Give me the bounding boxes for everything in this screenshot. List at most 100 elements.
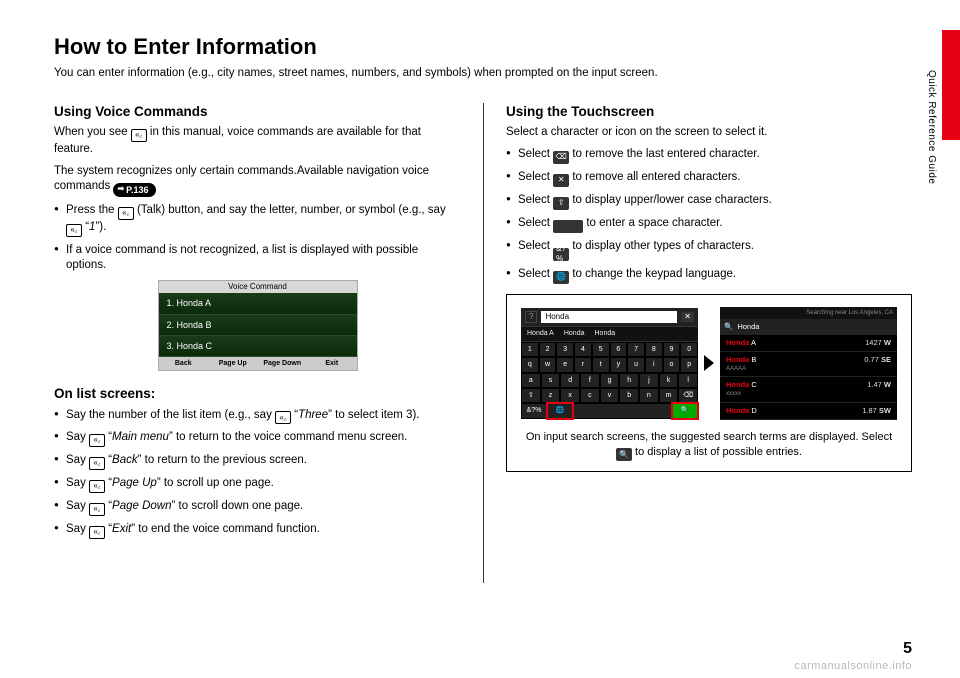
key: k <box>659 373 679 388</box>
page-intro: You can enter information (e.g., city na… <box>54 66 912 82</box>
key: v <box>600 388 620 403</box>
list-bullet: Say «꜀ “Back” to return to the previous … <box>54 453 461 470</box>
clear-icon: ✕ <box>553 174 569 187</box>
list-bullet: Say «꜀ “Exit” to end the voice command f… <box>54 522 461 539</box>
kbd-suggestions: Honda A Honda Honda <box>521 326 698 341</box>
key: 9 <box>663 342 681 357</box>
key: 3 <box>556 342 574 357</box>
figure-caption: On input search screens, the suggested s… <box>521 430 897 461</box>
arrow-icon <box>704 355 714 371</box>
key: 5 <box>592 342 610 357</box>
key: r <box>574 357 592 372</box>
vc-row: 1. Honda A <box>159 293 357 314</box>
touch-bullet: Select ⌫ to remove the last entered char… <box>506 147 912 164</box>
key: f <box>580 373 600 388</box>
talk-icon: «꜀ <box>89 457 105 470</box>
key: a <box>521 373 541 388</box>
globe-icon: 🌐 <box>553 271 569 284</box>
touch-bullet: Select ⇧ to display upper/lower case cha… <box>506 193 912 210</box>
list-bullet: Say the number of the list item (e.g., s… <box>54 408 461 425</box>
key: i <box>645 357 663 372</box>
talk-icon: «꜀ <box>275 411 291 424</box>
key: j <box>639 373 659 388</box>
keyboard-screenshot: ? Honda ✕ Honda A Honda Honda 1234567890… <box>521 308 698 419</box>
touch-para: Select a character or icon on the screen… <box>506 125 912 141</box>
result-row: Honda D1.87 SW <box>720 403 897 420</box>
result-row: Honda BAAAAA0.77 SE <box>720 352 897 377</box>
key: b <box>619 388 639 403</box>
touch-bullet: Select 🌐 to change the keypad language. <box>506 267 912 284</box>
watermark: carmanualsonline.info <box>794 659 912 674</box>
key: h <box>619 373 639 388</box>
touch-bullet: Select ✕ to remove all entered character… <box>506 170 912 187</box>
key: n <box>639 388 659 403</box>
page-ref-pill: P.136 <box>113 183 155 197</box>
voice-para-1: When you see «꜀ in this manual, voice co… <box>54 125 461 157</box>
key: 1 <box>521 342 539 357</box>
results-query: Honda <box>737 322 759 332</box>
search-icon: 🔍 <box>616 448 632 461</box>
heading-list-screens: On list screens: <box>54 385 461 403</box>
key: 8 <box>645 342 663 357</box>
key: e <box>556 357 574 372</box>
side-label: Quick Reference Guide <box>925 70 939 184</box>
symbols-icon: &?% <box>553 248 569 261</box>
search-icon: 🔍 <box>724 322 733 332</box>
talk-icon: «꜀ <box>89 526 105 539</box>
talk-icon: «꜀ <box>89 503 105 516</box>
key: 0 <box>680 342 698 357</box>
key: d <box>560 373 580 388</box>
key: w <box>539 357 557 372</box>
key: l <box>678 373 698 388</box>
results-screenshot: Searching near Los Angeles, CA 🔍 Honda H… <box>720 307 897 420</box>
key: x <box>560 388 580 403</box>
key: p <box>680 357 698 372</box>
voice-para-2: The system recognizes only certain comma… <box>54 164 461 197</box>
talk-icon: «꜀ <box>66 224 82 237</box>
result-row: Honda Cxxxxx1.47 W <box>720 377 897 402</box>
clear-icon: ✕ <box>681 312 694 323</box>
vc-row: 3. Honda C <box>159 336 357 357</box>
key: g <box>600 373 620 388</box>
talk-icon: «꜀ <box>89 434 105 447</box>
key: y <box>610 357 628 372</box>
page-title: How to Enter Information <box>54 32 912 62</box>
vc-title: Voice Command <box>159 281 357 294</box>
key: 4 <box>574 342 592 357</box>
key: o <box>663 357 681 372</box>
touch-bullet: Select &?% to display other types of cha… <box>506 239 912 261</box>
kbd-input: Honda <box>541 311 677 324</box>
voice-bullet-2: If a voice command is not recognized, a … <box>54 243 461 274</box>
key: 7 <box>627 342 645 357</box>
touch-bullet: Select to enter a space character. <box>506 216 912 233</box>
vc-row: 2. Honda B <box>159 315 357 336</box>
key: m <box>659 388 679 403</box>
results-location: Searching near Los Angeles, CA <box>720 307 897 319</box>
heading-touchscreen: Using the Touchscreen <box>506 103 912 121</box>
backspace-icon: ⌫ <box>553 151 569 164</box>
key: 6 <box>610 342 628 357</box>
help-icon: ? <box>525 311 537 324</box>
list-bullet: Say «꜀ “Page Down” to scroll down one pa… <box>54 499 461 516</box>
vc-footer: Back Page Up Page Down Exit <box>159 357 357 370</box>
side-tab <box>942 30 960 140</box>
talk-icon: «꜀ <box>89 480 105 493</box>
key: 2 <box>539 342 557 357</box>
page-number: 5 <box>903 638 912 660</box>
key: z <box>541 388 561 403</box>
voice-command-screenshot: Voice Command 1. Honda A 2. Honda B 3. H… <box>158 280 358 372</box>
list-bullet: Say «꜀ “Page Up” to scroll up one page. <box>54 476 461 493</box>
list-bullet: Say «꜀ “Main menu” to return to the voic… <box>54 430 461 447</box>
touchscreen-figure: ? Honda ✕ Honda A Honda Honda 1234567890… <box>506 294 912 472</box>
key: q <box>521 357 539 372</box>
key: c <box>580 388 600 403</box>
talk-icon: «꜀ <box>131 129 147 142</box>
voice-bullet-1: Press the «꜀ (Talk) button, and say the … <box>54 203 461 237</box>
heading-voice-commands: Using Voice Commands <box>54 103 461 121</box>
key: s <box>541 373 561 388</box>
space-icon <box>553 220 583 233</box>
key: u <box>627 357 645 372</box>
shift-icon: ⇧ <box>553 197 569 210</box>
talk-icon: «꜀ <box>118 207 134 220</box>
result-row: Honda A1427 W <box>720 335 897 352</box>
